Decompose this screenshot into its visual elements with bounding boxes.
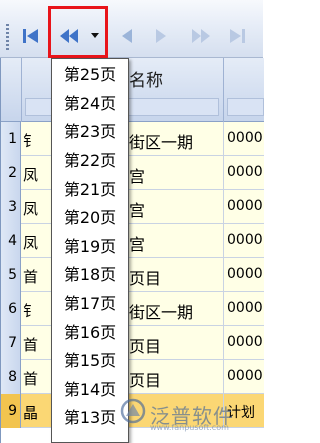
cell-name: 宫 (129, 235, 146, 254)
cell-name: 宫 (129, 167, 146, 186)
cell-name: 街区一期 (129, 133, 194, 152)
table-row[interactable]: 3 凤 宫 0000 (1, 190, 264, 224)
cell-code: 0000 (227, 334, 263, 350)
row-number: 8 (1, 360, 21, 394)
header-separator (21, 58, 22, 122)
pager-toolbar (0, 0, 263, 58)
cell-text: 首 (23, 268, 39, 286)
table-row[interactable]: 7 首 页目 0000 (1, 326, 264, 360)
table-row[interactable]: 4 凤 宫 0000 (1, 224, 264, 258)
next-page-button[interactable] (150, 22, 172, 50)
page-menu-item[interactable]: 第19页 (52, 231, 128, 260)
cell-code: 0000 (227, 266, 263, 282)
row-number: 7 (1, 326, 21, 360)
cell-text: 钅 (23, 132, 39, 150)
table-row[interactable]: 8 首 页目 0000 (1, 360, 264, 394)
column-divider (223, 258, 224, 292)
double-right-arrow-icon (192, 29, 210, 43)
page-menu-item[interactable]: 第13页 (52, 402, 128, 431)
column-divider (223, 122, 224, 156)
cell-text: 凤 (23, 200, 39, 218)
cell-text: 凤 (23, 166, 39, 184)
right-arrow-icon (156, 29, 166, 43)
cell-code: 0000 (227, 130, 263, 146)
cell-name: 页目 (129, 337, 162, 356)
table-row[interactable]: 1 钅 街区一期 0000 (1, 122, 264, 156)
cell-text: 晶 (23, 404, 39, 422)
watermark-url: www.fanpusoft.com (150, 423, 229, 432)
last-page-button[interactable] (226, 22, 248, 50)
page-menu-item[interactable]: 第16页 (52, 316, 128, 345)
cell-code: 0000 (227, 368, 263, 384)
page-menu-item[interactable]: 第24页 (52, 88, 128, 117)
first-page-button[interactable] (20, 22, 42, 50)
table-row[interactable]: 2 凤 宫 0000 (1, 156, 264, 190)
cell-text: 首 (23, 336, 39, 354)
cell-name: 宫 (129, 201, 146, 220)
last-page-icon (230, 29, 245, 43)
cell-name: 街区一期 (129, 303, 194, 322)
row-number: 5 (1, 258, 21, 292)
page-menu-item[interactable]: 第18页 (52, 259, 128, 288)
cell-code: 0000 (227, 164, 263, 180)
column-divider (223, 326, 224, 360)
page-menu-item[interactable]: 第15页 (52, 345, 128, 374)
page-menu-item[interactable]: 第21页 (52, 173, 128, 202)
column-divider (223, 360, 224, 394)
row-number: 3 (1, 190, 21, 224)
cell-text: 钅 (23, 302, 39, 320)
row-number: 2 (1, 156, 21, 190)
next-group-button[interactable] (190, 22, 212, 50)
row-number: 9 (1, 394, 21, 428)
page-menu-item[interactable]: 第22页 (52, 145, 128, 174)
watermark: 泛普软件 www.fanpusoft.com (120, 396, 260, 434)
previous-page-button[interactable] (116, 22, 138, 50)
row-number: 1 (1, 122, 21, 156)
page-menu-item[interactable]: 第25页 (52, 59, 128, 88)
cell-name: 页目 (129, 269, 162, 288)
first-page-icon (23, 29, 38, 43)
table-row[interactable]: 6 钅 街区一期 0000 (1, 292, 264, 326)
highlight-box (48, 6, 108, 58)
column-header-name[interactable]: 名称 (129, 66, 163, 91)
page-menu-item[interactable]: 第20页 (52, 202, 128, 231)
toolbar-grip[interactable] (6, 24, 9, 50)
brand-logo-icon (120, 398, 146, 424)
left-arrow-icon (122, 29, 132, 43)
cell-text: 首 (23, 370, 39, 388)
column-divider (223, 224, 224, 258)
column-divider (223, 292, 224, 326)
cell-code: 0000 (227, 232, 263, 248)
column-divider (223, 156, 224, 190)
cell-code: 0000 (227, 198, 263, 214)
page-menu-item[interactable]: 第14页 (52, 374, 128, 403)
filter-cell-code[interactable] (227, 98, 264, 116)
data-grid: 名称 1 钅 街区一期 0000 2 凤 宫 0000 3 凤 宫 0000 4… (0, 58, 264, 443)
table-row[interactable]: 5 首 页目 0000 (1, 258, 264, 292)
cell-name: 页目 (129, 371, 162, 390)
cell-text: 凤 (23, 234, 39, 252)
cell-code: 0000 (227, 300, 263, 316)
page-dropdown-menu: 第25页 第24页 第23页 第22页 第21页 第20页 第19页 第18页 … (51, 58, 129, 443)
header-separator (223, 58, 224, 122)
row-number: 4 (1, 224, 21, 258)
grid-header: 名称 (1, 58, 264, 122)
page-menu-item[interactable]: 第23页 (52, 116, 128, 145)
column-divider (223, 190, 224, 224)
page-menu-item[interactable]: 第17页 (52, 288, 128, 317)
row-number: 6 (1, 292, 21, 326)
